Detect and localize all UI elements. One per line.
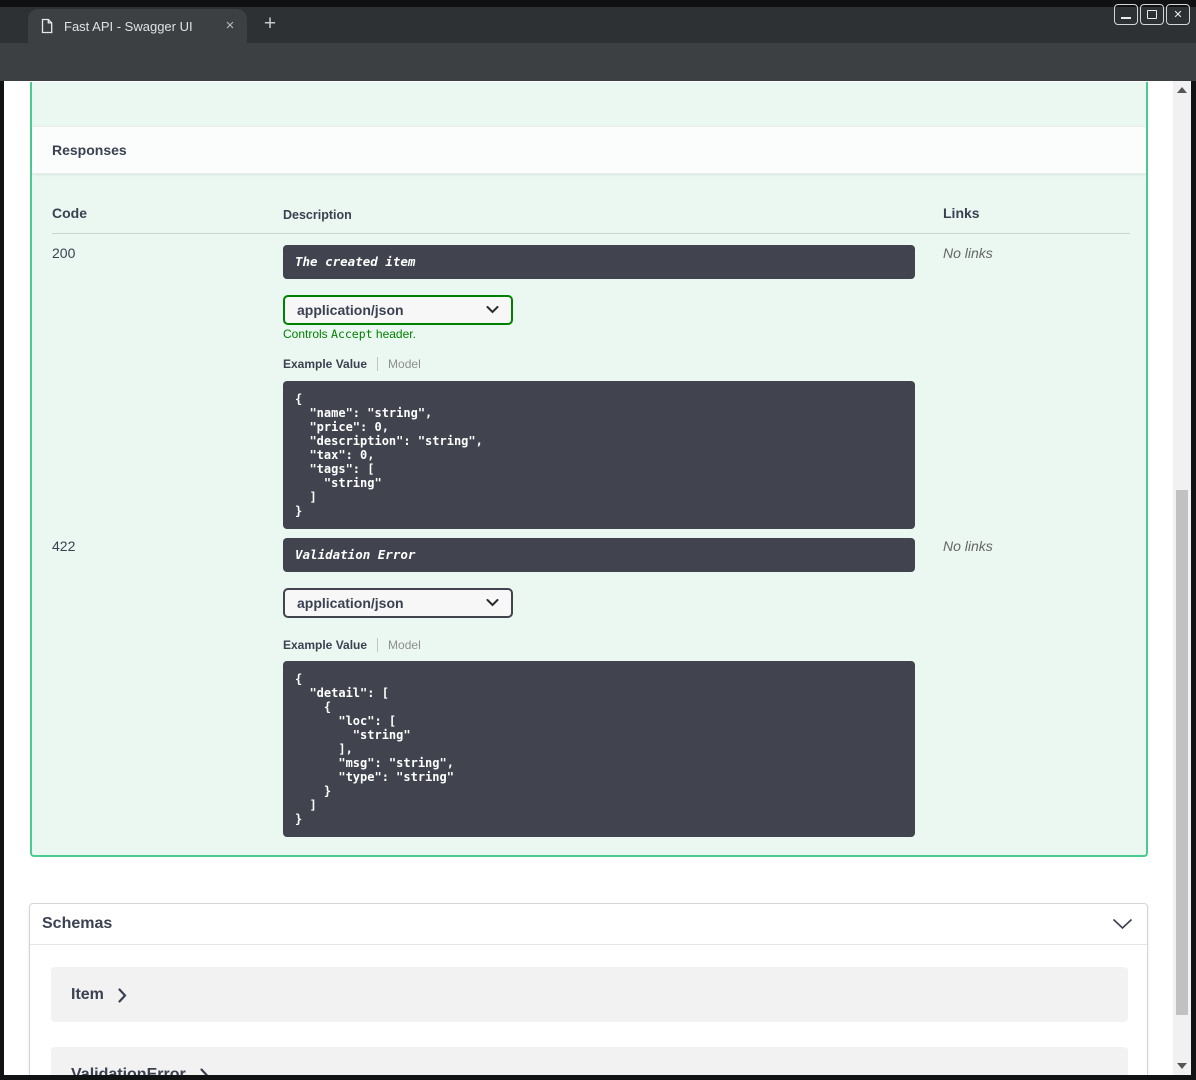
scroll-down-arrow-icon[interactable] [1177,1063,1187,1069]
json-code: { "detail": [ { "loc": [ "string" ], "ms… [295,672,454,826]
new-tab-button[interactable]: + [257,12,283,38]
chevron-right-icon [200,1068,209,1075]
example-model-tabs: Example Value Model [283,637,421,653]
chevron-right-icon [118,988,127,1003]
schemas-header[interactable]: Schemas [30,904,1147,945]
browser-titlebar: Fast API - Swagger UI × + ✕ [0,0,1196,43]
tab-divider [377,357,379,371]
model-validationerror[interactable]: ValidationError [51,1047,1128,1075]
scrollbar-thumb[interactable] [1176,490,1188,1015]
maximize-icon [1147,10,1157,19]
page-scrollbar[interactable] [1173,81,1191,1075]
column-header-description: Description [283,208,352,222]
response-code-422: 422 [52,538,76,554]
minimize-icon [1121,16,1131,19]
close-tab-icon[interactable]: × [221,17,239,35]
media-type-value: application/json [297,302,404,318]
close-window-button[interactable]: ✕ [1166,4,1190,25]
tab-example-value[interactable]: Example Value [283,357,367,371]
browser-tab[interactable]: Fast API - Swagger UI × [28,9,247,43]
scroll-up-arrow-icon[interactable] [1177,87,1187,93]
chevron-down-icon[interactable] [1112,918,1133,930]
no-links-200: No links [943,245,993,261]
model-item[interactable]: Item [51,967,1128,1022]
accept-header-note: Controls Accept header. [283,327,416,341]
example-json-422: { "detail": [ { "loc": [ "string" ], "ms… [283,661,915,837]
tab-example-value[interactable]: Example Value [283,638,367,652]
responses-section-header: Responses [32,126,1146,174]
table-header-divider [52,233,1130,234]
page-favicon-icon [39,18,55,34]
tab-title: Fast API - Swagger UI [64,18,193,34]
tab-model[interactable]: Model [388,357,421,371]
chevron-down-icon [486,306,499,314]
model-name: Item [71,985,104,1003]
response-description-200: The created item [283,245,915,279]
window-frame-edge [0,0,1196,7]
media-type-select-200[interactable]: application/json [283,295,513,325]
no-links-422: No links [943,538,993,554]
chevron-down-icon [486,599,499,607]
media-type-select-422[interactable]: application/json [283,588,513,618]
column-header-links: Links [943,205,980,221]
json-code: { "name": "string", "price": 0, "descrip… [295,392,483,518]
maximize-button[interactable] [1140,4,1164,25]
schemas-title: Schemas [42,915,113,932]
tab-divider [377,638,379,652]
example-model-tabs: Example Value Model [283,356,421,372]
response-code-200: 200 [52,245,76,261]
browser-toolbar: ← → ↻ 127.0.0.1:8000/docs ☆ ⋮ [0,43,1196,120]
responses-title: Responses [52,142,127,158]
example-json-200: { "name": "string", "price": 0, "descrip… [283,381,915,529]
response-description-422: Validation Error [283,538,915,572]
page-content: Responses Code Description Links 200 The… [4,81,1173,1075]
column-header-code: Code [52,205,87,221]
model-name: ValidationError [71,1065,186,1076]
media-type-value: application/json [297,595,404,611]
responses-panel: Responses Code Description Links 200 The… [30,82,1148,857]
schemas-section: Schemas Item ValidationError [29,903,1148,1075]
tab-model[interactable]: Model [388,638,421,652]
minimize-button[interactable] [1114,4,1138,25]
